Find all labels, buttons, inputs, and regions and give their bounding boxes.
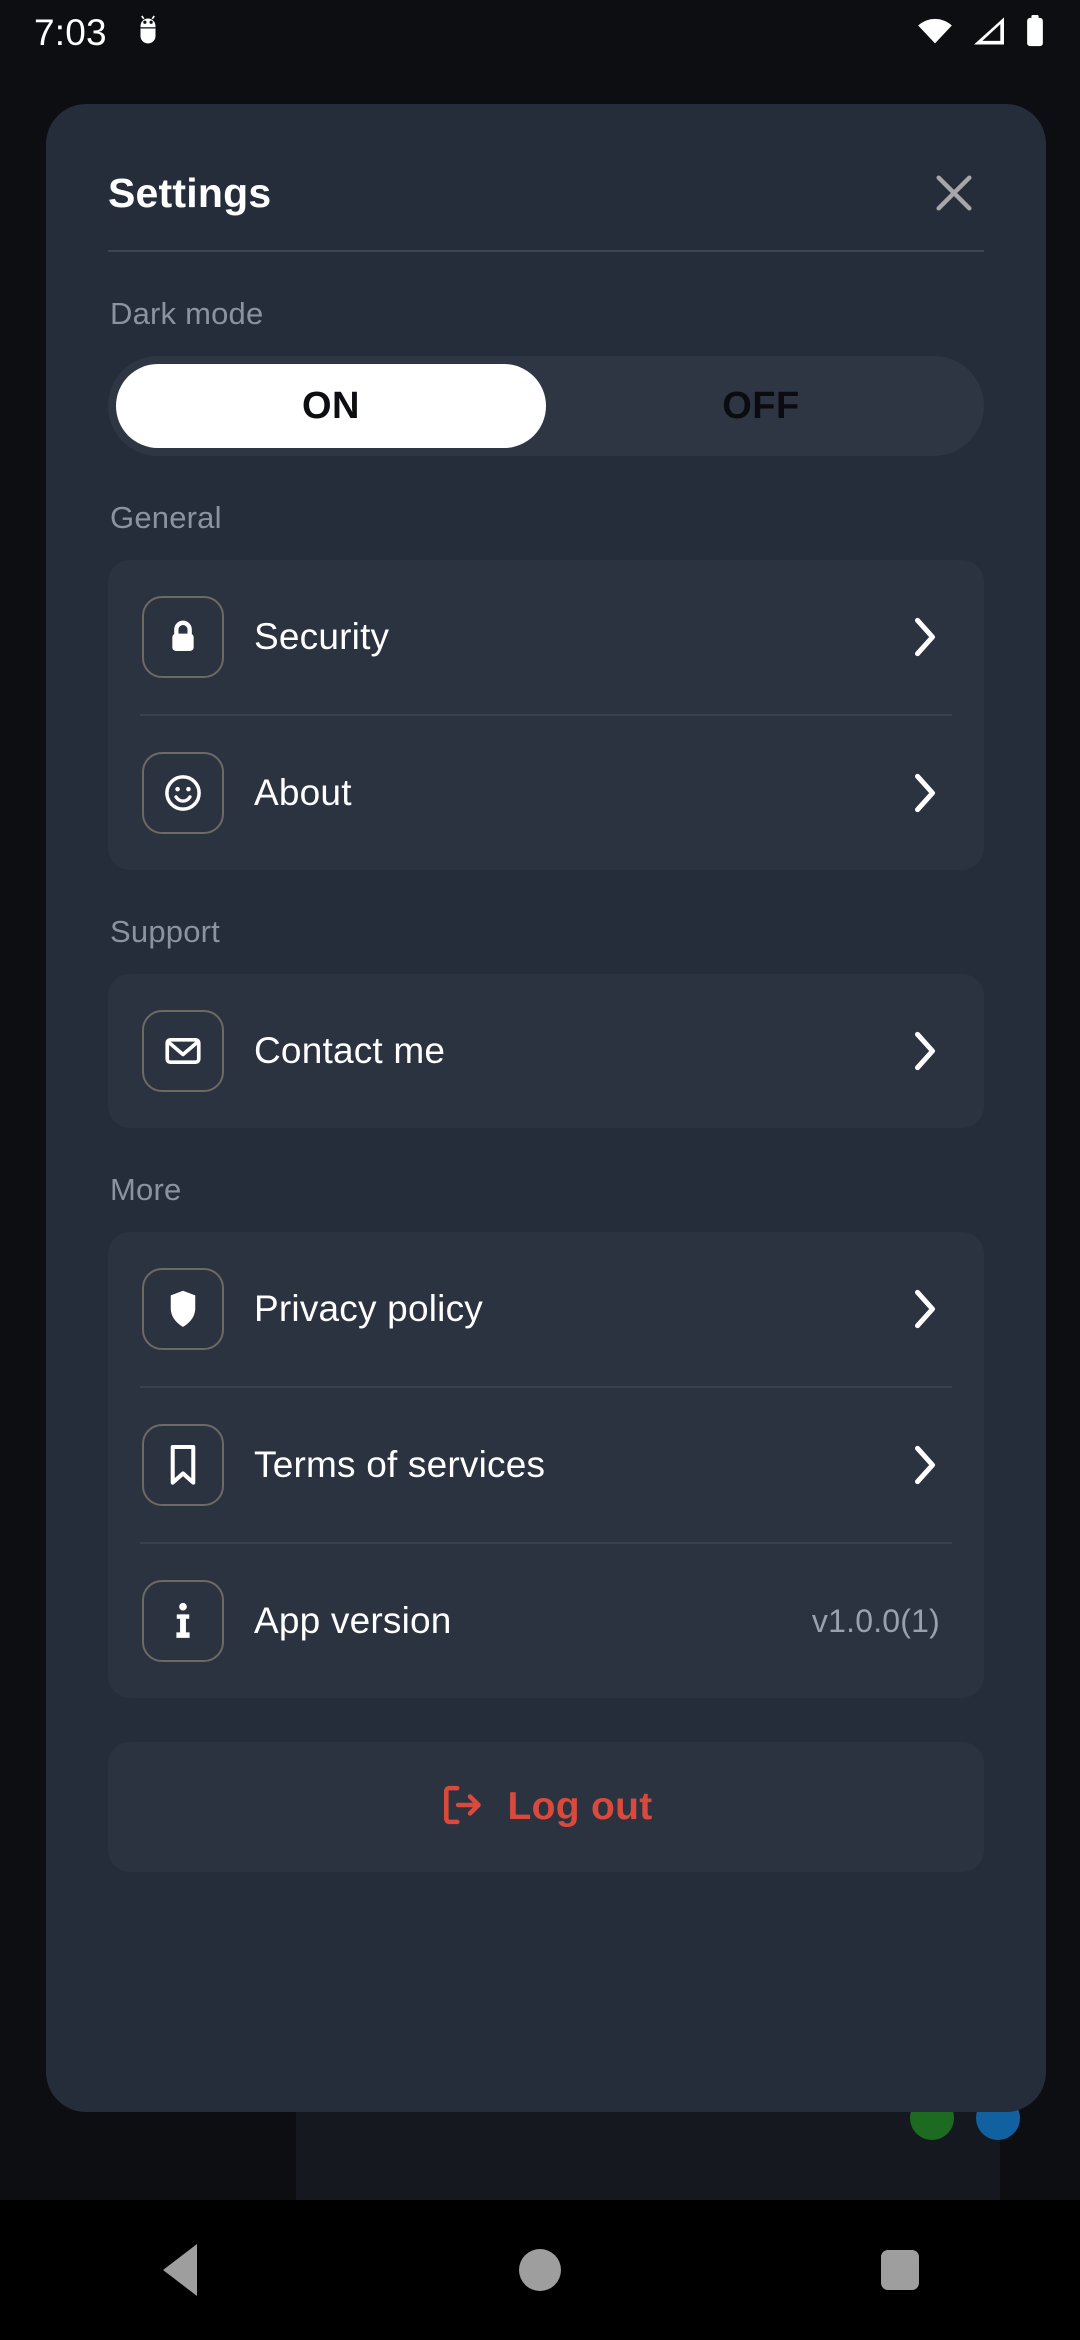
settings-row-label: Terms of services <box>254 1444 546 1485</box>
settings-row-label: Privacy policy <box>254 1288 483 1329</box>
settings-row-label: Security <box>254 616 390 657</box>
android-debug-icon <box>133 14 163 53</box>
wifi-icon <box>916 16 954 51</box>
status-bar-left: 7:03 <box>34 12 163 54</box>
status-bar-right <box>916 14 1046 52</box>
chevron-right-icon <box>908 770 942 816</box>
dark-mode-label: Dark mode <box>110 296 264 331</box>
phone-screen: 7:03 Settings Dark mode ON OFF General S… <box>0 0 1080 2340</box>
back-button[interactable] <box>120 2220 240 2320</box>
settings-row-app-version: App version v1.0.0(1) <box>108 1544 984 1698</box>
dark-mode-toggle[interactable]: ON OFF <box>108 356 984 456</box>
battery-icon <box>1024 14 1046 52</box>
home-button[interactable] <box>480 2220 600 2320</box>
section-label-general: General <box>110 500 222 535</box>
settings-row-label: About <box>254 772 352 813</box>
shield-icon <box>142 1268 224 1350</box>
chevron-right-icon <box>908 1028 942 1074</box>
section-card-support: Contact me <box>108 974 984 1128</box>
settings-row-label: App version <box>254 1600 452 1641</box>
bookmark-icon <box>142 1424 224 1506</box>
app-version-value: v1.0.0(1) <box>811 1602 940 1639</box>
chevron-right-icon <box>908 1286 942 1332</box>
envelope-icon <box>142 1010 224 1092</box>
logout-label: Log out <box>507 1785 653 1828</box>
sheet-header: Settings <box>108 150 984 236</box>
settings-sheet: Settings Dark mode ON OFF General Securi… <box>46 104 1046 2112</box>
chevron-right-icon <box>908 1442 942 1488</box>
settings-row-contact-me[interactable]: Contact me <box>108 974 984 1128</box>
section-label-support: Support <box>110 914 220 949</box>
section-label-more: More <box>110 1172 182 1207</box>
page-title: Settings <box>108 169 272 216</box>
header-divider <box>108 250 984 252</box>
section-card-more: Privacy policy Terms of services App ver… <box>108 1232 984 1698</box>
settings-row-label: Contact me <box>254 1030 446 1071</box>
logout-icon <box>439 1782 485 1833</box>
cellular-signal-icon <box>971 16 1007 51</box>
logout-button[interactable]: Log out <box>108 1742 984 1872</box>
info-icon <box>142 1580 224 1662</box>
smiley-icon <box>142 752 224 834</box>
status-bar: 7:03 <box>0 0 1080 66</box>
close-icon[interactable] <box>924 163 984 223</box>
settings-row-privacy-policy[interactable]: Privacy policy <box>108 1232 984 1386</box>
lock-icon <box>142 596 224 678</box>
dark-mode-option-on[interactable]: ON <box>116 364 546 448</box>
settings-row-about[interactable]: About <box>108 716 984 870</box>
settings-row-terms-of-services[interactable]: Terms of services <box>108 1388 984 1542</box>
section-card-general: Security About <box>108 560 984 870</box>
recents-button[interactable] <box>840 2220 960 2320</box>
android-nav-bar <box>0 2200 1080 2340</box>
dark-mode-option-off[interactable]: OFF <box>546 364 976 448</box>
status-bar-clock: 7:03 <box>34 12 107 53</box>
settings-row-security[interactable]: Security <box>108 560 984 714</box>
chevron-right-icon <box>908 614 942 660</box>
